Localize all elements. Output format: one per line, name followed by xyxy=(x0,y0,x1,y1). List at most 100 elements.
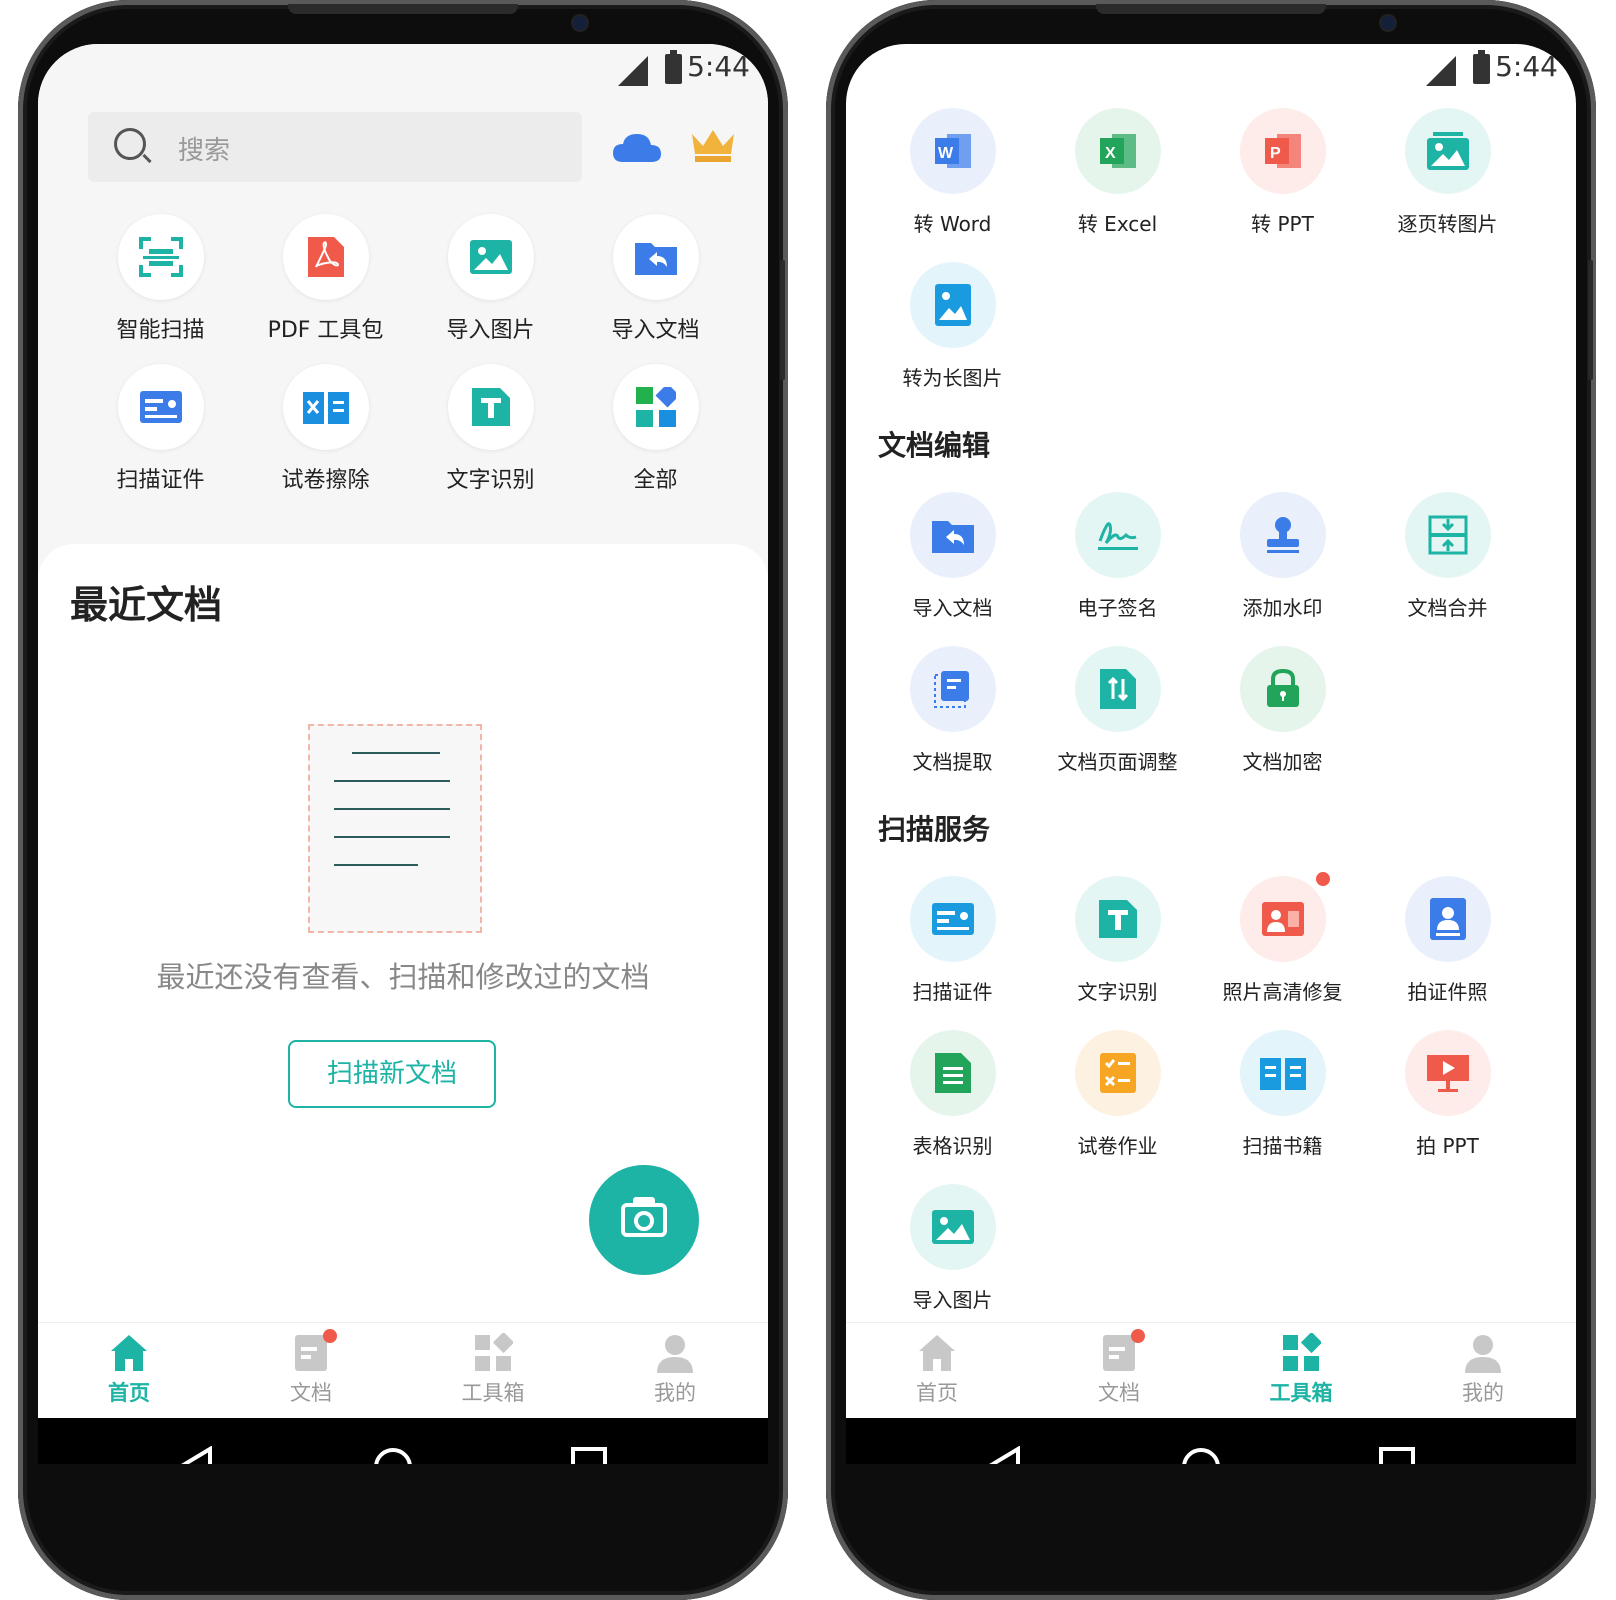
cloud-icon[interactable] xyxy=(613,132,661,162)
notification-dot xyxy=(1315,872,1330,886)
long-image-icon xyxy=(934,284,971,326)
quick-action-label: 文字识别 xyxy=(446,468,535,493)
illustration-line xyxy=(334,864,418,866)
tool-label: 转 Word xyxy=(913,212,992,236)
tab-icon-wrap xyxy=(655,1333,695,1373)
quick-action-label: 导入图片 xyxy=(446,318,535,343)
notification-dot xyxy=(323,1329,337,1343)
book-icon xyxy=(1259,1058,1306,1090)
quick-action-import-doc[interactable]: 导入文档 xyxy=(573,214,738,354)
tab-documents[interactable]: 文档 xyxy=(1028,1323,1210,1419)
phone-frame-toolbox: 5:44 W 转 Word X 转 Excel P 转 PPT 逐页转图片 转为… xyxy=(826,0,1596,1600)
back-icon[interactable] xyxy=(984,1446,1024,1464)
quick-action-icon-bg xyxy=(117,364,204,450)
tool-import-image[interactable]: 导入图片 xyxy=(870,1184,1035,1313)
battery-icon xyxy=(1473,50,1490,84)
home-nav-icon[interactable] xyxy=(1180,1446,1222,1464)
tool-scan-id[interactable]: 扫描证件 xyxy=(870,876,1035,1005)
tab-toolbox[interactable]: 工具箱 xyxy=(402,1323,584,1419)
projector-icon xyxy=(1426,1055,1469,1092)
quick-action-exam-erase[interactable]: 试卷擦除 xyxy=(243,364,408,504)
tool-shoot-ppt[interactable]: 拍 PPT xyxy=(1365,1030,1530,1159)
tab-documents[interactable]: 文档 xyxy=(220,1323,402,1419)
signal-icon xyxy=(618,56,648,86)
text-t-icon xyxy=(471,388,510,426)
tool-label: 文档合并 xyxy=(1407,596,1488,620)
quick-action-ocr[interactable]: 文字识别 xyxy=(408,364,573,504)
status-bar: 5:44 xyxy=(846,44,1576,104)
home-screen: 5:44 搜索 智能扫描 PDF 工具包 导入图片 导入文档 扫描证件 试卷擦除… xyxy=(38,44,768,1464)
tab-label: 我的 xyxy=(1462,1381,1504,1405)
quick-action-label: 试卷擦除 xyxy=(281,468,370,493)
id-photo-icon xyxy=(1429,898,1466,940)
tool-icon-bg: X xyxy=(1074,108,1161,194)
quick-action-smart-scan[interactable]: 智能扫描 xyxy=(78,214,243,354)
toolbox-screen: 5:44 W 转 Word X 转 Excel P 转 PPT 逐页转图片 转为… xyxy=(846,44,1576,1464)
tool-icon-bg xyxy=(1074,876,1161,962)
tab-icon-wrap xyxy=(917,1333,957,1373)
volume-button xyxy=(780,260,785,380)
tool-ocr[interactable]: 文字识别 xyxy=(1035,876,1200,1005)
crown-icon[interactable] xyxy=(690,128,736,162)
tool-page-adjust[interactable]: 文档页面调整 xyxy=(1035,646,1200,775)
tab-label: 工具箱 xyxy=(461,1381,525,1405)
empty-message: 最近还没有查看、扫描和修改过的文档 xyxy=(156,960,650,994)
profile-icon xyxy=(657,1335,693,1373)
quick-action-scan-id[interactable]: 扫描证件 xyxy=(78,364,243,504)
tool-table-ocr[interactable]: 表格识别 xyxy=(870,1030,1035,1159)
speaker-grille xyxy=(1096,4,1326,14)
back-icon[interactable] xyxy=(176,1446,216,1464)
svg-text:X: X xyxy=(1105,145,1116,162)
tool-photo-repair[interactable]: 照片高清修复 xyxy=(1200,872,1365,1005)
tab-home[interactable]: 首页 xyxy=(846,1323,1028,1419)
quick-action-label: 导入文档 xyxy=(611,318,700,343)
tool-add-watermark[interactable]: 添加水印 xyxy=(1200,492,1365,621)
tool-long-image[interactable]: 转为长图片 xyxy=(870,262,1035,391)
quick-action-pdf-toolkit[interactable]: PDF 工具包 xyxy=(243,214,408,354)
tool-label: 文档提取 xyxy=(912,750,993,774)
home-nav-icon[interactable] xyxy=(372,1446,414,1464)
illustration-line xyxy=(334,780,450,782)
quick-action-label: PDF 工具包 xyxy=(267,318,384,343)
tool-import-doc[interactable]: 导入文档 xyxy=(870,492,1035,621)
tab-profile[interactable]: 我的 xyxy=(1392,1323,1574,1419)
tool-encrypt-doc[interactable]: 文档加密 xyxy=(1200,646,1365,775)
quick-action-all[interactable]: 全部 xyxy=(573,364,738,504)
folder-import-icon xyxy=(634,243,677,275)
excel-icon: X xyxy=(1099,134,1136,168)
tab-home[interactable]: 首页 xyxy=(38,1323,220,1419)
search-bar[interactable]: 搜索 xyxy=(88,112,582,182)
status-time: 5:44 xyxy=(1495,50,1558,83)
camera-fab[interactable] xyxy=(589,1165,699,1275)
tab-label: 首页 xyxy=(916,1381,958,1405)
scan-new-document-button[interactable]: 扫描新文档 xyxy=(288,1040,496,1108)
tool-merge-doc[interactable]: 文档合并 xyxy=(1365,492,1530,621)
quick-action-import-image[interactable]: 导入图片 xyxy=(408,214,573,354)
tool-e-signature[interactable]: 电子签名 xyxy=(1035,492,1200,621)
tool-icon-bg xyxy=(1239,872,1330,962)
stamp-icon xyxy=(1266,517,1299,553)
tool-scan-book[interactable]: 扫描书籍 xyxy=(1200,1030,1365,1159)
tool-to-word[interactable]: W 转 Word xyxy=(870,108,1035,237)
system-nav-bar xyxy=(38,1418,768,1464)
recents-icon[interactable] xyxy=(1378,1446,1416,1464)
tool-label: 试卷作业 xyxy=(1077,1134,1158,1158)
tool-page-to-image[interactable]: 逐页转图片 xyxy=(1365,108,1530,237)
tab-profile[interactable]: 我的 xyxy=(584,1323,766,1419)
front-camera xyxy=(573,16,587,30)
recents-icon[interactable] xyxy=(570,1446,608,1464)
recent-title: 最近文档 xyxy=(70,583,223,627)
tab-icon-wrap xyxy=(1463,1333,1503,1373)
page-image-icon xyxy=(1426,132,1469,170)
tool-id-photo[interactable]: 拍证件照 xyxy=(1365,876,1530,1005)
tool-to-ppt[interactable]: P 转 PPT xyxy=(1200,108,1365,237)
tab-toolbox[interactable]: 工具箱 xyxy=(1210,1323,1392,1419)
id-card-icon xyxy=(139,391,182,423)
tool-extract-doc[interactable]: 文档提取 xyxy=(870,646,1035,775)
speaker-grille xyxy=(288,4,518,14)
tool-to-excel[interactable]: X 转 Excel xyxy=(1035,108,1200,237)
search-placeholder: 搜索 xyxy=(178,136,231,166)
quick-action-icon-bg xyxy=(447,364,534,450)
tool-exam-homework[interactable]: 试卷作业 xyxy=(1035,1030,1200,1159)
quick-action-icon-bg xyxy=(612,214,699,300)
